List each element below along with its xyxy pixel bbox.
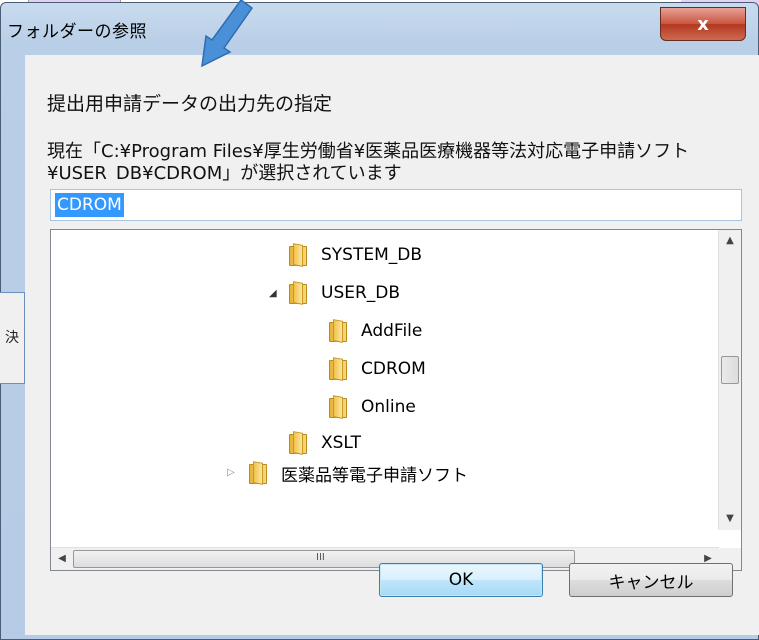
vertical-scrollbar[interactable]: ▲ ▼ <box>718 230 741 530</box>
folder-icon <box>289 281 309 305</box>
folder-name-selected-text: CDROM <box>55 193 124 217</box>
folder-icon <box>289 431 309 455</box>
tree-item-online[interactable]: Online <box>329 392 416 422</box>
vertical-scroll-thumb[interactable] <box>721 356 739 384</box>
background-side-tab: 決 <box>0 292 25 384</box>
tree-item-system-db[interactable]: SYSTEM_DB <box>289 240 422 270</box>
scroll-left-icon[interactable]: ◀ <box>51 548 73 570</box>
tree-item-label: Online <box>361 397 416 417</box>
current-path-text: 現在「C:¥Program Files¥厚生労働省¥医薬品医療機器等法対応電子申… <box>47 141 690 181</box>
folder-icon <box>249 461 269 485</box>
collapsed-arrow-icon[interactable]: ▷ <box>227 468 237 478</box>
tree-item-user-db[interactable]: USER_DB <box>289 278 400 308</box>
instruction-text: 提出用申請データの出力先の指定 <box>47 93 333 115</box>
close-button[interactable]: x <box>660 7 746 41</box>
expanded-arrow-icon[interactable]: ◢ <box>269 289 279 299</box>
title-bar[interactable]: フォルダーの参照 x <box>1 3 758 51</box>
tree-item-label: XSLT <box>321 433 361 453</box>
tree-item-cdrom[interactable]: CDROM <box>329 354 426 384</box>
tree-item-xslt[interactable]: XSLT <box>289 428 361 458</box>
folder-icon <box>289 243 309 267</box>
tree-item-label: USER_DB <box>321 283 401 303</box>
dialog-client-area: 提出用申請データの出力先の指定 現在「C:¥Program Files¥厚生労働… <box>25 55 759 635</box>
tree-item-label: SYSTEM_DB <box>321 245 423 265</box>
close-icon: x <box>697 13 709 35</box>
tree-item-label: 医薬品等電子申請ソフト <box>281 465 468 486</box>
ok-button[interactable]: OK <box>379 563 543 597</box>
folder-browse-dialog: フォルダーの参照 x 提出用申請データの出力先の指定 現在「C:¥Program… <box>0 2 759 640</box>
tree-item-label: CDROM <box>361 359 426 379</box>
scroll-grip-icon: III <box>316 552 325 563</box>
folder-icon <box>329 319 349 343</box>
annotation-arrow-icon <box>201 0 254 68</box>
scroll-down-icon[interactable]: ▼ <box>719 508 741 530</box>
scroll-up-icon[interactable]: ▲ <box>719 230 741 252</box>
folder-icon <box>329 395 349 419</box>
tree-item-addfile[interactable]: AddFile <box>329 316 422 346</box>
tree-item-electronic-app-soft[interactable]: 医薬品等電子申請ソフト <box>249 458 468 488</box>
tree-item-label: AddFile <box>361 321 423 341</box>
folder-icon <box>329 357 349 381</box>
dialog-title: フォルダーの参照 <box>7 22 147 42</box>
folder-name-input[interactable]: CDROM <box>50 189 742 221</box>
folder-tree-view[interactable]: SYSTEM_DB ◢ USER_DB AddFile CDROM Online <box>50 229 742 571</box>
cancel-button[interactable]: キャンセル <box>569 563 733 597</box>
